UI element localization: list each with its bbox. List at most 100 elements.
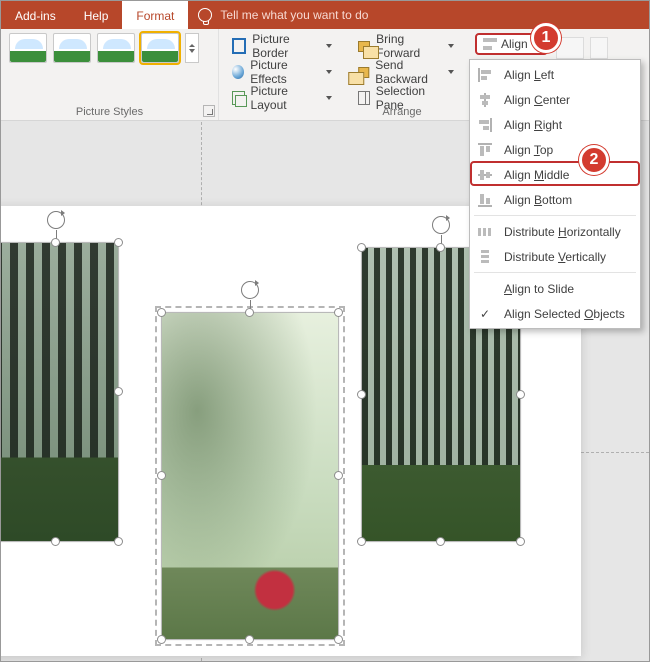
resize-handle[interactable] [245, 308, 254, 317]
bring-forward-label: Bring Forward [376, 32, 440, 60]
picture-effects-label: Picture Effects [250, 58, 318, 86]
resize-handle[interactable] [51, 537, 60, 546]
menu-align-middle[interactable]: Align Middle [470, 162, 640, 187]
menu-label: Align Bottom [504, 193, 572, 207]
group-label: Picture Styles [1, 106, 218, 118]
picture-1[interactable] [1, 242, 119, 542]
tab-format[interactable]: Format [122, 1, 188, 29]
resize-handle[interactable] [114, 387, 123, 396]
disabled-button [590, 37, 608, 59]
menu-label: Align Selected Objects [504, 307, 625, 321]
resize-handle[interactable] [114, 537, 123, 546]
send-backward-label: Send Backward [375, 58, 440, 86]
align-icon [483, 37, 497, 51]
menu-align-top[interactable]: Align Top [470, 137, 640, 162]
resize-handle[interactable] [516, 537, 525, 546]
resize-handle[interactable] [357, 390, 366, 399]
menu-align-left[interactable]: Align Left [470, 62, 640, 87]
menu-label: Distribute Vertically [504, 250, 606, 264]
resize-handle[interactable] [357, 243, 366, 252]
menu-align-selected-objects[interactable]: ✓ Align Selected Objects [470, 301, 640, 326]
group-arrange: Bring Forward Send Backward Selection Pa… [345, 29, 467, 120]
lightbulb-icon [198, 8, 212, 22]
menu-distribute-vertically[interactable]: Distribute Vertically [470, 244, 640, 269]
tell-me-search[interactable]: Tell me what you want to do [198, 1, 368, 29]
picture-border-label: Picture Border [252, 32, 318, 60]
send-backward-button[interactable]: Send Backward [353, 61, 459, 83]
send-backward-icon [358, 67, 369, 78]
menu-label: Align Left [504, 68, 554, 82]
group-picture-styles: Picture Styles [1, 29, 219, 120]
check-icon: ✓ [476, 307, 494, 321]
callout-2: 2 [579, 145, 609, 175]
tab-addins[interactable]: Add-ins [1, 1, 70, 29]
picture-effects-button[interactable]: Picture Effects [227, 61, 337, 83]
chevron-down-icon [448, 70, 454, 74]
align-menu: Align Left Align Center Align Right Alig… [469, 59, 641, 329]
resize-handle[interactable] [51, 238, 60, 247]
picture-image [162, 313, 338, 639]
border-icon [232, 38, 246, 54]
chevron-down-icon [326, 70, 332, 74]
resize-handle[interactable] [157, 635, 166, 644]
resize-handle[interactable] [157, 471, 166, 480]
rotate-handle-icon[interactable] [241, 281, 259, 299]
align-left-icon [476, 67, 494, 83]
menu-separator [474, 272, 636, 273]
picture-2[interactable] [161, 312, 339, 640]
resize-handle[interactable] [516, 390, 525, 399]
style-thumb[interactable] [97, 33, 135, 63]
resize-handle[interactable] [334, 471, 343, 480]
menu-label: Align Center [504, 93, 570, 107]
resize-handle[interactable] [436, 537, 445, 546]
picture-styles-gallery[interactable] [9, 33, 210, 63]
distribute-horiz-icon [476, 224, 494, 240]
align-label: Align [501, 37, 528, 51]
tab-help[interactable]: Help [70, 1, 123, 29]
callout-1: 1 [531, 23, 561, 53]
align-center-icon [476, 92, 494, 108]
distribute-vert-icon [476, 249, 494, 265]
resize-handle[interactable] [436, 243, 445, 252]
menu-label: Align Right [504, 118, 562, 132]
menu-distribute-horizontally[interactable]: Distribute Horizontally [470, 219, 640, 244]
tell-me-placeholder: Tell me what you want to do [220, 8, 368, 22]
style-thumb-selected[interactable] [141, 33, 179, 63]
bring-forward-icon [358, 41, 370, 52]
picture-layout-button[interactable]: Picture Layout [227, 87, 337, 109]
picture-layout-label: Picture Layout [251, 84, 318, 112]
align-middle-icon [476, 167, 494, 183]
style-thumb[interactable] [9, 33, 47, 63]
align-right-icon [476, 117, 494, 133]
align-top-icon [476, 142, 494, 158]
dialog-launcher-icon[interactable] [203, 105, 215, 117]
layout-icon [232, 91, 245, 105]
style-thumb[interactable] [53, 33, 91, 63]
gallery-more-button[interactable] [185, 33, 199, 63]
group-picture-adjust: Picture Border Picture Effects Picture L… [219, 29, 345, 120]
bring-forward-button[interactable]: Bring Forward [353, 35, 459, 57]
menu-align-to-slide[interactable]: Align to Slide [470, 276, 640, 301]
menu-label: Align Top [504, 143, 553, 157]
resize-handle[interactable] [334, 308, 343, 317]
picture-border-button[interactable]: Picture Border [227, 35, 337, 57]
rotate-handle-icon[interactable] [47, 211, 65, 229]
align-bottom-icon [476, 192, 494, 208]
menu-align-bottom[interactable]: Align Bottom [470, 187, 640, 212]
chevron-down-icon [448, 44, 454, 48]
menu-separator [474, 215, 636, 216]
group-label: Arrange [337, 106, 467, 118]
resize-handle[interactable] [157, 308, 166, 317]
selection-pane-icon [358, 91, 370, 105]
menu-label: Distribute Horizontally [504, 225, 621, 239]
menu-label: Align Middle [504, 168, 569, 182]
resize-handle[interactable] [245, 635, 254, 644]
chevron-down-icon [326, 44, 332, 48]
menu-align-center[interactable]: Align Center [470, 87, 640, 112]
menu-align-right[interactable]: Align Right [470, 112, 640, 137]
rotate-handle-icon[interactable] [432, 216, 450, 234]
resize-handle[interactable] [114, 238, 123, 247]
resize-handle[interactable] [357, 537, 366, 546]
menu-label: Align to Slide [504, 282, 574, 296]
resize-handle[interactable] [334, 635, 343, 644]
